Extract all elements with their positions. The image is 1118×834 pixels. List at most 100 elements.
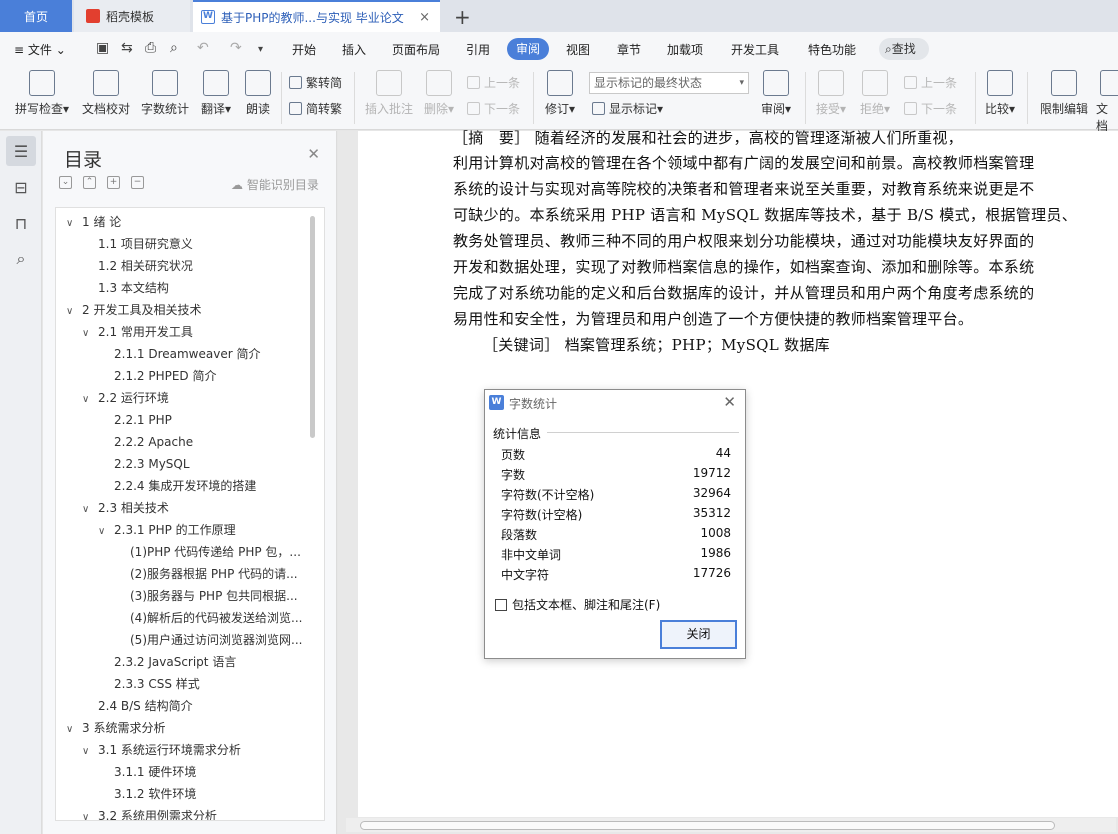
compare-button[interactable]: 比较▾ — [981, 70, 1019, 117]
toc-scrollbar[interactable] — [310, 216, 315, 438]
smart-toc-button[interactable]: ☁ 智能识别目录 — [231, 176, 319, 193]
toc-item[interactable]: 1.2 相关研究状况 — [98, 255, 306, 277]
translate-button[interactable]: 翻译▾ — [197, 70, 235, 117]
toc-item[interactable]: 2.2.3 MySQL — [114, 453, 306, 475]
redo-icon[interactable]: ↷ — [230, 40, 242, 56]
tab-document[interactable]: W 基于PHP的教师...与实现 毕业论文 × — [193, 0, 440, 32]
toc-item[interactable]: 2.2.4 集成开发环境的搭建 — [114, 475, 306, 497]
accept-button[interactable]: 接受▾ — [811, 70, 851, 117]
toc-item[interactable]: ∨ 3.2 系统用例需求分析 — [82, 805, 306, 820]
navigation-icon[interactable]: ⊟ — [6, 172, 36, 202]
menu-item-start[interactable]: 开始 — [292, 41, 316, 58]
menu-item-chapter[interactable]: 章节 — [617, 41, 641, 58]
markup-state-select[interactable]: 显示标记的最终状态 ▾ — [589, 72, 749, 94]
next-revision-button[interactable]: 下一条 — [904, 100, 957, 117]
delete-comment-button[interactable]: 删除▾ — [420, 70, 458, 117]
scrollbar-thumb[interactable] — [360, 821, 1055, 830]
save-icon[interactable]: ▣ — [96, 40, 109, 56]
toc-item[interactable]: ∨ 3.1 系统运行环境需求分析 — [82, 739, 306, 761]
spell-check-button[interactable]: 拼写检查▾ — [10, 70, 74, 117]
chevron-down-icon[interactable]: ∨ — [82, 499, 94, 519]
toc-item[interactable]: ∨ 2.3.1 PHP 的工作原理 — [98, 519, 306, 541]
menu-item-view[interactable]: 视图 — [566, 41, 590, 58]
show-markup-button[interactable]: 显示标记▾ — [592, 100, 663, 117]
word-count-button[interactable]: 字数统计 — [139, 70, 191, 117]
menu-item-addins[interactable]: 加载项 — [667, 41, 703, 58]
expand-up-icon[interactable]: ⌃ — [83, 176, 96, 189]
toc-item[interactable]: 2.3.3 CSS 样式 — [114, 673, 306, 695]
toc-item[interactable]: (3)服务器与 PHP 包共同根据... — [130, 585, 306, 607]
horizontal-scrollbar[interactable] — [346, 818, 1116, 832]
chevron-down-icon[interactable]: ∨ — [82, 807, 94, 820]
chevron-down-icon[interactable]: ∨ — [66, 719, 78, 739]
close-icon[interactable]: ✕ — [307, 145, 320, 163]
outline-icon[interactable]: ☰ — [6, 136, 36, 166]
toc-item[interactable]: 2.2.1 PHP — [114, 409, 306, 431]
checkbox-box[interactable] — [495, 599, 507, 611]
toc-item[interactable]: (2)服务器根据 PHP 代码的请... — [130, 563, 306, 585]
chevron-down-icon[interactable]: ∨ — [82, 323, 94, 343]
toc-item[interactable]: ∨ 2.1 常用开发工具 — [82, 321, 306, 343]
toc-item[interactable]: 2.4 B/S 结构简介 — [98, 695, 306, 717]
search-icon[interactable]: ⌕ — [6, 244, 36, 274]
close-icon[interactable]: ✕ — [723, 393, 736, 411]
toc-item[interactable]: 3.1.1 硬件环境 — [114, 761, 306, 783]
toc-item[interactable]: (1)PHP 代码传递给 PHP 包，... — [130, 541, 306, 563]
menu-item-insert[interactable]: 插入 — [342, 41, 366, 58]
customize-chevron-icon[interactable]: ▾ — [258, 44, 263, 55]
collapse-all-icon[interactable]: ⌄ — [59, 176, 72, 189]
chevron-down-icon[interactable]: ∨ — [66, 301, 78, 321]
revise-button[interactable]: 修订▾ — [540, 70, 580, 117]
close-icon[interactable]: × — [419, 10, 430, 25]
include-textbox-checkbox[interactable]: 包括文本框、脚注和尾注(F) — [495, 596, 660, 613]
undo-icon[interactable]: ↶ — [197, 40, 209, 56]
search-button[interactable]: ⌕查找 — [879, 38, 929, 60]
reject-button[interactable]: 拒绝▾ — [855, 70, 895, 117]
add-heading-icon[interactable]: + — [107, 176, 120, 189]
prev-revision-button[interactable]: 上一条 — [904, 74, 957, 91]
toc-item[interactable]: ∨ 2.3 相关技术 — [82, 497, 306, 519]
toc-item[interactable]: 2.3.2 JavaScript 语言 — [114, 651, 306, 673]
toc-item[interactable]: ∨ 1 绪 论 — [66, 211, 306, 233]
print-preview-icon[interactable]: ⌕ — [170, 40, 178, 56]
menu-item-review[interactable]: 审阅 — [507, 38, 549, 60]
prev-comment-button[interactable]: 上一条 — [467, 74, 520, 91]
bookmark-icon[interactable]: ⊓ — [6, 208, 36, 238]
toc-item[interactable]: 2.1.1 Dreamweaver 简介 — [114, 343, 306, 365]
toc-item[interactable]: (4)解析后的代码被发送给浏览... — [130, 607, 306, 629]
chevron-down-icon[interactable]: ∨ — [82, 389, 94, 409]
chevron-down-icon[interactable]: ∨ — [82, 741, 94, 761]
remove-heading-icon[interactable]: − — [131, 176, 144, 189]
simp-to-trad-button[interactable]: 简转繁 — [289, 100, 342, 117]
insert-comment-button[interactable]: 插入批注 — [362, 70, 416, 117]
review-pane-button[interactable]: 审阅▾ — [756, 70, 796, 117]
chevron-down-icon[interactable]: ∨ — [66, 213, 78, 233]
toc-item[interactable]: 1.3 本文结构 — [98, 277, 306, 299]
export-icon[interactable]: ⇆ — [121, 40, 133, 56]
next-comment-button[interactable]: 下一条 — [467, 100, 520, 117]
print-icon[interactable]: ⎙ — [145, 40, 156, 56]
read-aloud-button[interactable]: 朗读 — [242, 70, 274, 117]
toc-item[interactable]: (5)用户通过访问浏览器浏览网... — [130, 629, 306, 651]
tab-home[interactable]: 首页 — [0, 0, 72, 32]
menu-item-layout[interactable]: 页面布局 — [392, 41, 440, 58]
menu-item-devtools[interactable]: 开发工具 — [731, 41, 779, 58]
toc-item[interactable]: 1.1 项目研究意义 — [98, 233, 306, 255]
toc-item[interactable]: 2.1.2 PHPED 简介 — [114, 365, 306, 387]
doc-permission-button[interactable]: 文档 — [1096, 70, 1118, 134]
menu-item-references[interactable]: 引用 — [466, 41, 490, 58]
tab-template[interactable]: 稻壳模板 — [74, 0, 190, 32]
toc-item[interactable]: 2.2.2 Apache — [114, 431, 306, 453]
file-menu[interactable]: ≡ 文件 ⌄ — [14, 41, 66, 58]
menu-item-features[interactable]: 特色功能 — [808, 41, 856, 58]
close-button[interactable]: 关闭 — [660, 620, 737, 649]
doc-proof-button[interactable]: 文档校对 — [80, 70, 132, 117]
chevron-down-icon[interactable]: ∨ — [98, 521, 110, 541]
restrict-edit-button[interactable]: 限制编辑 — [1037, 70, 1091, 117]
new-tab-button[interactable]: + — [454, 5, 471, 29]
toc-item[interactable]: ∨ 2.2 运行环境 — [82, 387, 306, 409]
trad-to-simp-button[interactable]: 繁转简 — [289, 74, 342, 91]
toc-item[interactable]: ∨ 2 开发工具及相关技术 — [66, 299, 306, 321]
toc-item[interactable]: 3.1.2 软件环境 — [114, 783, 306, 805]
toc-item[interactable]: ∨ 3 系统需求分析 — [66, 717, 306, 739]
